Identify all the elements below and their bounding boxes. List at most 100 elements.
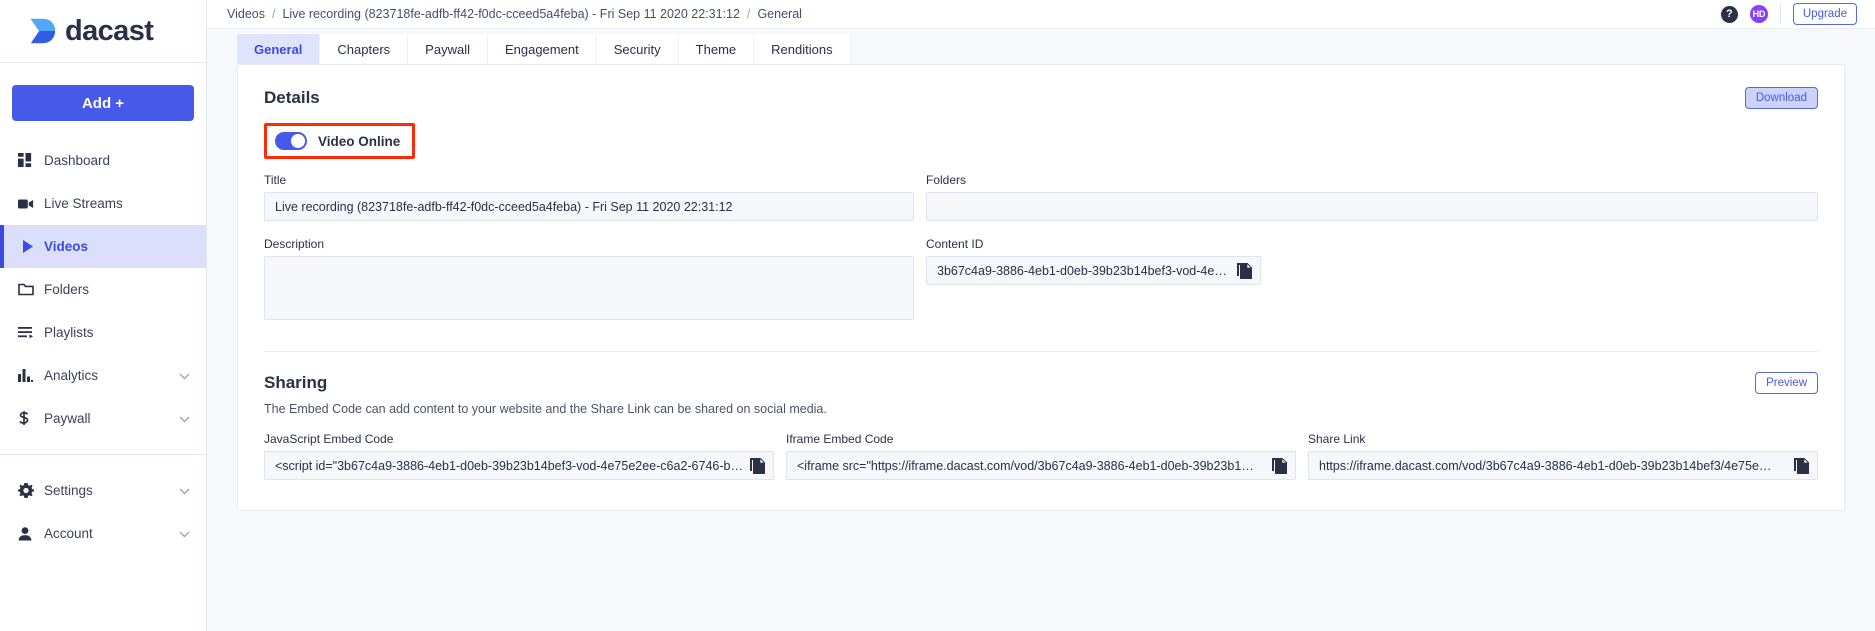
content-id-value: 3b67c4a9-3886-4eb1-d0eb-39b23b14bef3-vod… xyxy=(937,263,1231,278)
iframe-embed-value: <iframe src="https://iframe.dacast.com/v… xyxy=(797,458,1254,473)
content-scroll-area[interactable]: Details Download Video Online Title F xyxy=(207,64,1875,631)
add-button[interactable]: Add + xyxy=(12,85,194,121)
sidebar-item-analytics[interactable]: Analytics xyxy=(0,354,206,397)
sharing-title: Sharing xyxy=(264,373,328,392)
folders-field-group: Folders xyxy=(926,173,1818,221)
help-icon[interactable]: ? xyxy=(1720,5,1738,23)
javascript-embed-field[interactable]: <script id="3b67c4a9-3886-4eb1-d0eb-39b2… xyxy=(264,451,774,480)
video-online-toggle[interactable] xyxy=(275,132,307,150)
sidebar-item-settings[interactable]: Settings xyxy=(0,469,206,512)
chevron-down-icon xyxy=(179,411,190,426)
sidebar-item-paywall[interactable]: Paywall xyxy=(0,397,206,440)
breadcrumb-separator: / xyxy=(272,7,276,21)
title-field-group: Title xyxy=(264,173,914,221)
chevron-down-icon xyxy=(179,483,190,498)
sidebar: dacast Add + Dashboard Live Streams Vide… xyxy=(0,0,207,631)
tab-paywall[interactable]: Paywall xyxy=(408,34,488,64)
vertical-divider xyxy=(1779,5,1781,23)
sidebar-item-label: Playlists xyxy=(44,325,94,340)
sidebar-item-label: Dashboard xyxy=(44,153,111,168)
sidebar-item-label: Paywall xyxy=(44,411,91,426)
share-link-field[interactable]: https://iframe.dacast.com/vod/3b67c4a9-3… xyxy=(1308,451,1818,480)
sidebar-item-label: Analytics xyxy=(44,368,99,383)
breadcrumb: Videos / Live recording (823718fe-adfb-f… xyxy=(227,7,802,21)
folders-input[interactable] xyxy=(926,192,1818,221)
video-camera-icon xyxy=(18,198,44,210)
title-label: Title xyxy=(264,173,287,187)
content-id-label: Content ID xyxy=(926,237,984,251)
sidebar-item-dashboard[interactable]: Dashboard xyxy=(0,139,206,182)
tab-engagement[interactable]: Engagement xyxy=(487,34,597,64)
dashboard-icon xyxy=(18,153,44,168)
title-input[interactable] xyxy=(264,192,914,221)
tab-chapters[interactable]: Chapters xyxy=(320,34,409,64)
javascript-embed-label: JavaScript Embed Code xyxy=(264,432,394,446)
copy-icon[interactable] xyxy=(1272,457,1288,474)
iframe-embed-field[interactable]: <iframe src="https://iframe.dacast.com/v… xyxy=(786,451,1296,480)
sharing-section-header: Sharing Preview xyxy=(264,372,1818,394)
avatar[interactable]: HD xyxy=(1749,5,1768,23)
breadcrumb-item-general: General xyxy=(757,7,802,21)
general-settings-card: Details Download Video Online Title F xyxy=(237,64,1845,511)
toggle-knob xyxy=(291,134,305,148)
bar-chart-icon xyxy=(18,369,44,382)
content-id-field[interactable]: 3b67c4a9-3886-4eb1-d0eb-39b23b14bef3-vod… xyxy=(926,256,1261,285)
tab-renditions[interactable]: Renditions xyxy=(754,34,851,64)
brand-name: dacast xyxy=(65,14,154,47)
sharing-help-text: The Embed Code can add content to your w… xyxy=(264,402,827,416)
copy-icon[interactable] xyxy=(1237,262,1253,279)
dollar-icon xyxy=(18,410,44,427)
copy-icon[interactable] xyxy=(750,457,766,474)
details-row-description-contentid: Description Content ID 3b67c4a9-3886-4eb… xyxy=(264,237,1818,325)
details-title: Details xyxy=(264,88,320,107)
breadcrumb-separator: / xyxy=(746,7,751,21)
person-icon xyxy=(18,526,44,541)
iframe-embed-label: Iframe Embed Code xyxy=(786,432,894,446)
copy-icon[interactable] xyxy=(1794,457,1810,474)
folders-label: Folders xyxy=(926,173,967,187)
sharing-fields-row: JavaScript Embed Code <script id="3b67c4… xyxy=(264,432,1818,480)
play-icon xyxy=(18,240,44,253)
description-field-group: Description xyxy=(264,237,914,325)
dacast-logo-icon xyxy=(30,18,56,44)
sidebar-item-label: Settings xyxy=(44,483,93,498)
share-link-value: https://iframe.dacast.com/vod/3b67c4a9-3… xyxy=(1319,458,1772,473)
sidebar-item-account[interactable]: Account xyxy=(0,512,206,555)
sidebar-item-label: Account xyxy=(44,526,93,541)
sidebar-item-videos[interactable]: Videos xyxy=(0,225,206,268)
gear-icon xyxy=(18,482,44,499)
chevron-down-icon xyxy=(179,368,190,383)
sidebar-item-live-streams[interactable]: Live Streams xyxy=(0,182,206,225)
sidebar-divider xyxy=(0,454,206,455)
top-bar: Videos / Live recording (823718fe-adfb-f… xyxy=(207,0,1875,29)
sidebar-nav: Dashboard Live Streams Videos Folders Pl… xyxy=(0,139,206,555)
breadcrumb-item-recording[interactable]: Live recording (823718fe-adfb-ff42-f0dc-… xyxy=(282,7,739,21)
description-textarea[interactable] xyxy=(264,256,914,320)
tab-theme[interactable]: Theme xyxy=(678,34,755,64)
sidebar-item-label: Live Streams xyxy=(44,196,123,211)
tab-bar: General Chapters Paywall Engagement Secu… xyxy=(207,29,1875,64)
app-root: dacast Add + Dashboard Live Streams Vide… xyxy=(0,0,1875,631)
share-link-group: Share Link https://iframe.dacast.com/vod… xyxy=(1308,432,1818,480)
details-row-title-folders: Title Folders xyxy=(264,173,1818,221)
tab-general[interactable]: General xyxy=(237,34,321,64)
breadcrumb-item-videos[interactable]: Videos xyxy=(227,7,265,21)
download-button[interactable]: Download xyxy=(1744,87,1818,109)
details-section-header: Details Download xyxy=(264,87,1818,109)
sidebar-item-playlists[interactable]: Playlists xyxy=(0,311,206,354)
chevron-down-icon xyxy=(179,526,190,541)
brand-logo[interactable]: dacast xyxy=(0,0,206,63)
sidebar-item-folders[interactable]: Folders xyxy=(0,268,206,311)
description-label: Description xyxy=(264,237,325,251)
tab-security[interactable]: Security xyxy=(596,34,679,64)
iframe-embed-group: Iframe Embed Code <iframe src="https://i… xyxy=(786,432,1296,480)
preview-button[interactable]: Preview xyxy=(1755,372,1818,394)
folder-icon xyxy=(18,283,44,296)
content-id-field-group: Content ID 3b67c4a9-3886-4eb1-d0eb-39b23… xyxy=(926,237,1818,325)
top-bar-actions: ? HD Upgrade xyxy=(1720,3,1857,25)
share-link-label: Share Link xyxy=(1308,432,1366,446)
javascript-embed-group: JavaScript Embed Code <script id="3b67c4… xyxy=(264,432,774,480)
section-divider xyxy=(264,351,1818,352)
upgrade-button[interactable]: Upgrade xyxy=(1792,3,1857,25)
video-online-toggle-group[interactable]: Video Online xyxy=(264,123,416,159)
